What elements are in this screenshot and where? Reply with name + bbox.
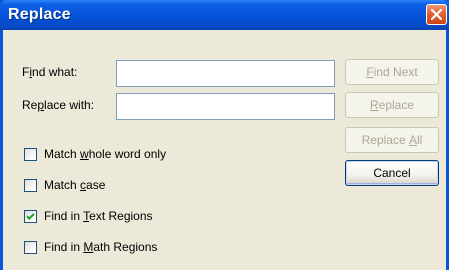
replace-with-input[interactable] (116, 93, 335, 120)
find-in-math-regions-label: Find in Math Regions (44, 240, 158, 254)
checkmark-icon (26, 213, 35, 221)
find-in-text-regions-checkbox[interactable] (24, 210, 37, 223)
close-button[interactable] (426, 4, 447, 25)
find-in-math-regions-checkbox[interactable] (24, 241, 37, 254)
match-whole-word-checkbox[interactable] (24, 148, 37, 161)
dialog-title: Replace (8, 6, 71, 23)
cancel-button[interactable]: Cancel (345, 160, 439, 186)
dialog-body: Find what: Replace with: Find Next Repla… (3, 30, 446, 270)
find-next-button[interactable]: Find Next (345, 59, 439, 85)
match-case-checkbox[interactable] (24, 179, 37, 192)
replace-button[interactable]: Replace (345, 92, 439, 118)
find-in-text-regions-label: Find in Text Regions (44, 209, 153, 223)
find-what-input[interactable] (116, 60, 335, 87)
close-icon (431, 9, 442, 20)
title-bar[interactable]: Replace (0, 0, 449, 30)
replace-with-label: Replace with: (22, 98, 95, 112)
find-what-label: Find what: (22, 65, 78, 79)
replace-all-button[interactable]: Replace All (345, 127, 439, 153)
replace-dialog: Replace Find what: Replace with: Find Ne… (0, 0, 449, 270)
match-case-label: Match case (44, 178, 106, 192)
match-whole-word-label: Match whole word only (44, 147, 167, 161)
